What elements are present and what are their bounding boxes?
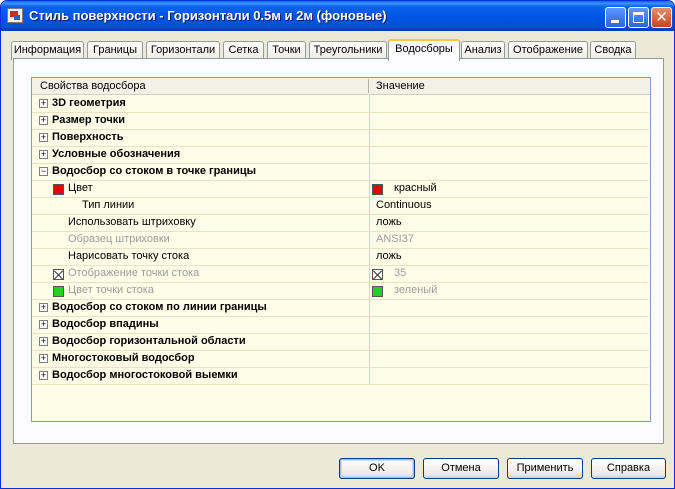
row-label: Водосбор горизонтальной области bbox=[52, 335, 246, 347]
window-title: Стиль поверхности - Горизонтали 0.5м и 2… bbox=[29, 8, 387, 23]
app-icon[interactable] bbox=[7, 8, 23, 23]
minimize-icon[interactable] bbox=[605, 7, 626, 28]
row-boundary-point-watershed[interactable]: − Водосбор со стоком в точке границы bbox=[32, 164, 649, 181]
row-boundary-segment-watershed[interactable]: + Водосбор со стоком по линии границы bbox=[32, 300, 649, 317]
row-legend[interactable]: + Условные обозначения bbox=[32, 147, 649, 164]
row-surface[interactable]: + Поверхность bbox=[32, 130, 649, 147]
row-flat-area-watershed[interactable]: + Водосбор горизонтальной области bbox=[32, 334, 649, 351]
point-marker-icon bbox=[53, 269, 64, 280]
row-label: 3D геометрия bbox=[52, 97, 126, 109]
row-3d-geometry[interactable]: + 3D геометрия bbox=[32, 96, 649, 113]
row-label: Водосбор со стоком в точке границы bbox=[52, 165, 256, 177]
header-property[interactable]: Свойства водосбора bbox=[40, 80, 146, 92]
cancel-button[interactable]: Отмена bbox=[423, 458, 499, 479]
header-value[interactable]: Значение bbox=[376, 80, 425, 92]
expand-plus-icon[interactable]: + bbox=[39, 303, 48, 312]
row-label: Водосбор впадины bbox=[52, 318, 159, 330]
row-label: Тип линии bbox=[82, 199, 135, 211]
row-depression-watershed[interactable]: + Водосбор впадины bbox=[32, 317, 649, 334]
row-value: ANSI37 bbox=[376, 233, 414, 245]
collapse-minus-icon[interactable]: − bbox=[39, 167, 48, 176]
expand-plus-icon[interactable]: + bbox=[39, 150, 48, 159]
row-value: зеленый bbox=[394, 284, 438, 296]
red-swatch-icon bbox=[372, 184, 383, 195]
red-swatch-icon bbox=[53, 184, 64, 195]
expand-plus-icon[interactable]: + bbox=[39, 337, 48, 346]
row-label: Условные обозначения bbox=[52, 148, 181, 160]
maximize-icon[interactable] bbox=[628, 7, 649, 28]
expand-plus-icon[interactable]: + bbox=[39, 320, 48, 329]
expand-plus-icon[interactable]: + bbox=[39, 133, 48, 142]
property-grid: Свойства водосбора Значение + 3D геометр… bbox=[31, 77, 651, 422]
expand-plus-icon[interactable]: + bbox=[39, 99, 48, 108]
ok-button[interactable]: OK bbox=[339, 458, 415, 479]
row-label: Цвет точки стока bbox=[68, 284, 154, 296]
apply-button[interactable]: Применить bbox=[507, 458, 583, 479]
dialog-window: Стиль поверхности - Горизонтали 0.5м и 2… bbox=[0, 0, 675, 489]
row-value[interactable]: ложь bbox=[376, 250, 402, 262]
point-marker-icon bbox=[372, 269, 383, 280]
expand-plus-icon[interactable]: + bbox=[39, 116, 48, 125]
row-label: Поверхность bbox=[52, 131, 124, 143]
row-point-size[interactable]: + Размер точки bbox=[32, 113, 649, 130]
green-swatch-icon bbox=[372, 286, 383, 297]
row-value[interactable]: красный bbox=[394, 182, 437, 194]
row-label: Водосбор многостоковой выемки bbox=[52, 369, 238, 381]
row-use-hatch[interactable]: Использовать штриховку ложь bbox=[32, 215, 649, 232]
expand-plus-icon[interactable]: + bbox=[39, 354, 48, 363]
row-multi-drain-watershed[interactable]: + Многостоковый водосбор bbox=[32, 351, 649, 368]
tab-watersheds[interactable]: Водосборы bbox=[388, 39, 460, 61]
row-multi-drain-notch-watershed[interactable]: + Водосбор многостоковой выемки bbox=[32, 368, 649, 385]
close-icon[interactable]: ✕ bbox=[651, 7, 672, 28]
row-color[interactable]: Цвет красный bbox=[32, 181, 649, 198]
row-label: Нарисовать точку стока bbox=[68, 250, 190, 262]
row-value[interactable]: Continuous bbox=[376, 199, 432, 211]
row-value: 35 bbox=[394, 267, 407, 279]
row-draw-outlet[interactable]: Нарисовать точку стока ложь bbox=[32, 249, 649, 266]
row-linetype[interactable]: Тип линии Continuous bbox=[32, 198, 649, 215]
row-label: Цвет bbox=[68, 182, 93, 194]
green-swatch-icon bbox=[53, 286, 64, 297]
title-bar[interactable]: Стиль поверхности - Горизонтали 0.5м и 2… bbox=[1, 1, 674, 31]
column-divider[interactable] bbox=[368, 79, 369, 93]
help-button[interactable]: Справка bbox=[591, 458, 666, 479]
row-label: Образец штриховки bbox=[68, 233, 170, 245]
row-label: Отображение точки стока bbox=[68, 267, 200, 279]
row-outlet-display: Отображение точки стока 35 bbox=[32, 266, 649, 283]
row-label: Водосбор со стоком по линии границы bbox=[52, 301, 267, 313]
grid-header: Свойства водосбора Значение bbox=[32, 78, 650, 95]
expand-plus-icon[interactable]: + bbox=[39, 371, 48, 380]
row-value[interactable]: ложь bbox=[376, 216, 402, 228]
row-label: Многостоковый водосбор bbox=[52, 352, 195, 364]
row-outlet-color: Цвет точки стока зеленый bbox=[32, 283, 649, 300]
row-label: Использовать штриховку bbox=[68, 216, 196, 228]
row-label: Размер точки bbox=[52, 114, 126, 126]
row-hatch-pattern: Образец штриховки ANSI37 bbox=[32, 232, 649, 249]
